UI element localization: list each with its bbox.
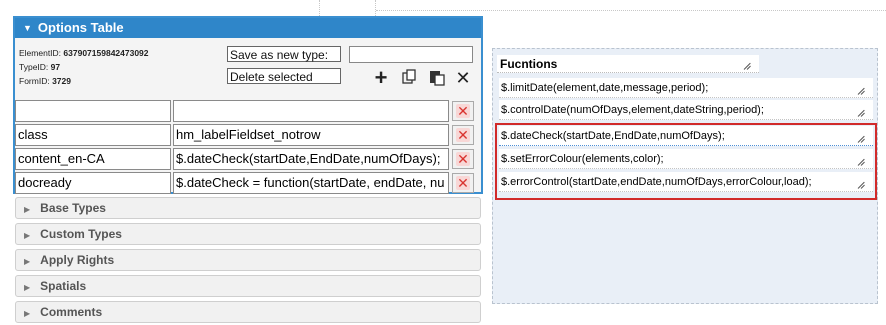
- accordion-label: Comments: [40, 305, 103, 319]
- highlight-box: [495, 123, 877, 200]
- delete-row-button[interactable]: ✕: [452, 125, 474, 145]
- guide-line: [319, 0, 320, 16]
- guide-line: [375, 0, 376, 16]
- paste-icon[interactable]: [427, 68, 447, 90]
- functions-title: Fucntions: [497, 55, 759, 73]
- option-value-cell[interactable]: hm_labelFieldset_notrow: [173, 124, 449, 146]
- caret-down-icon: ▼: [23, 23, 32, 33]
- option-value-cell[interactable]: $.dateCheck = function(startDate, endDat…: [173, 172, 449, 194]
- delete-x-icon: ✕: [456, 127, 470, 143]
- accordion-label: Apply Rights: [40, 253, 115, 267]
- option-key-cell[interactable]: docready: [15, 172, 171, 194]
- type-id-label: TypeID:: [19, 62, 49, 72]
- option-value-cell[interactable]: [173, 100, 449, 122]
- function-item[interactable]: $.controlDate(numOfDays,element,dateStri…: [499, 100, 873, 120]
- save-as-new-type-button[interactable]: Save as new type:: [227, 46, 341, 62]
- accordion-custom-types[interactable]: ▶ Custom Types: [15, 223, 481, 245]
- plus-icon[interactable]: +: [371, 67, 391, 89]
- accordion-base-types[interactable]: ▶ Base Types: [15, 197, 481, 219]
- accordion-comments[interactable]: ▶ Comments: [15, 301, 481, 323]
- option-key-cell[interactable]: [15, 100, 171, 122]
- resize-icon[interactable]: [858, 88, 865, 95]
- element-id-value: 637907159842473092: [63, 48, 149, 58]
- resize-icon[interactable]: [744, 63, 751, 70]
- accordion-spatials[interactable]: ▶ Spatials: [15, 275, 481, 297]
- chevron-right-icon: ▶: [24, 283, 31, 292]
- accordion-label: Spatials: [40, 279, 87, 293]
- delete-selected-button[interactable]: Delete selected: [227, 68, 341, 84]
- delete-row-button[interactable]: ✕: [452, 173, 474, 193]
- delete-row-button[interactable]: ✕: [452, 149, 474, 169]
- functions-title-text: Fucntions: [500, 57, 558, 71]
- chevron-right-icon: ▶: [24, 309, 31, 318]
- function-item[interactable]: $.limitDate(element,date,message,period)…: [499, 78, 873, 98]
- new-type-name-input[interactable]: [349, 46, 473, 63]
- form-id-label: FormID:: [19, 76, 50, 86]
- element-metadata: ElementID: 637907159842473092 TypeID: 97…: [19, 46, 149, 88]
- delete-x-icon: ✕: [456, 175, 470, 191]
- copy-icon[interactable]: [399, 68, 419, 90]
- delete-x-icon: ✕: [456, 103, 470, 119]
- delete-x-icon: ✕: [456, 151, 470, 167]
- guide-line: [376, 10, 886, 11]
- close-icon[interactable]: ✕: [453, 68, 473, 88]
- type-id-value: 97: [50, 62, 61, 72]
- accordion-label: Base Types: [40, 201, 106, 215]
- option-value-cell[interactable]: $.dateCheck(startDate,EndDate,numOfDays)…: [173, 148, 449, 170]
- accordion-apply-rights[interactable]: ▶ Apply Rights: [15, 249, 481, 271]
- form-id-value: 3729: [52, 76, 71, 86]
- accordion-label: Custom Types: [40, 227, 122, 241]
- option-key-cell[interactable]: class: [15, 124, 171, 146]
- functions-panel: Fucntions $.limitDate(element,date,messa…: [492, 48, 878, 304]
- resize-icon[interactable]: [858, 110, 865, 117]
- options-table-body: ElementID: 637907159842473092 TypeID: 97…: [15, 38, 481, 194]
- chevron-right-icon: ▶: [24, 257, 31, 266]
- function-text: $.limitDate(element,date,message,period)…: [501, 82, 709, 94]
- chevron-right-icon: ▶: [24, 231, 31, 240]
- function-text: $.controlDate(numOfDays,element,dateStri…: [501, 104, 764, 116]
- options-table-header[interactable]: ▼ Options Table: [15, 18, 481, 38]
- element-id-label: ElementID:: [19, 48, 62, 58]
- delete-row-button[interactable]: ✕: [452, 101, 474, 121]
- options-table-panel: ▼ Options Table ElementID: 6379071598424…: [13, 16, 483, 194]
- option-key-cell[interactable]: content_en-CA: [15, 148, 171, 170]
- chevron-right-icon: ▶: [24, 205, 31, 214]
- options-table-title: Options Table: [37, 20, 124, 35]
